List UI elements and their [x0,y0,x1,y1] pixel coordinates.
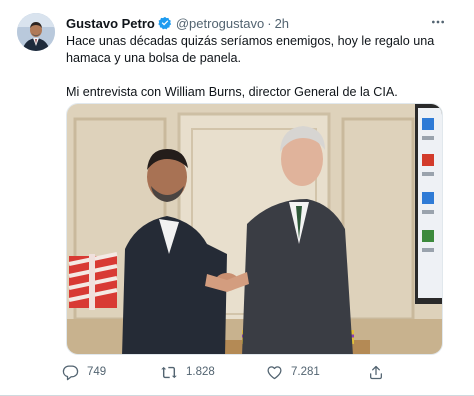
heart-icon [267,365,282,379]
more-options-icon [432,20,444,24]
share-button[interactable] [368,362,384,382]
avatar[interactable] [17,13,55,51]
like-count: 7.281 [291,366,320,378]
reply-count: 749 [87,366,107,378]
tweet-card: Gustavo Petro @petrogustavo · 2h Hace un… [0,0,474,396]
tweet-photo[interactable] [66,103,443,355]
tweet-text-paragraph-1: Hace unas décadas quizás seríamos enemig… [66,34,435,65]
tweet-text-paragraph-2: Mi entrevista con William Burns, directo… [66,85,398,99]
meeting-photo [67,104,442,354]
retweet-icon [161,366,177,378]
retweet-button[interactable]: 1.828 [160,362,215,382]
reply-button[interactable]: 749 [62,362,106,382]
avatar-image [17,13,55,51]
tweet-actions: 749 1.828 7.281 [62,362,402,382]
tweet-header: Gustavo Petro @petrogustavo · 2h [66,13,289,33]
retweet-count: 1.828 [186,366,215,378]
verified-badge-icon [158,16,172,30]
handle[interactable]: @petrogustavo [176,16,264,31]
more-options-button[interactable] [426,12,450,32]
timestamp[interactable]: 2h [275,16,289,31]
reply-icon [62,364,79,380]
tweet-text: Hace unas décadas quizás seríamos enemig… [66,33,450,101]
display-name[interactable]: Gustavo Petro [66,16,155,31]
separator-dot: · [267,15,272,31]
share-icon [370,365,382,379]
like-button[interactable]: 7.281 [266,362,320,382]
